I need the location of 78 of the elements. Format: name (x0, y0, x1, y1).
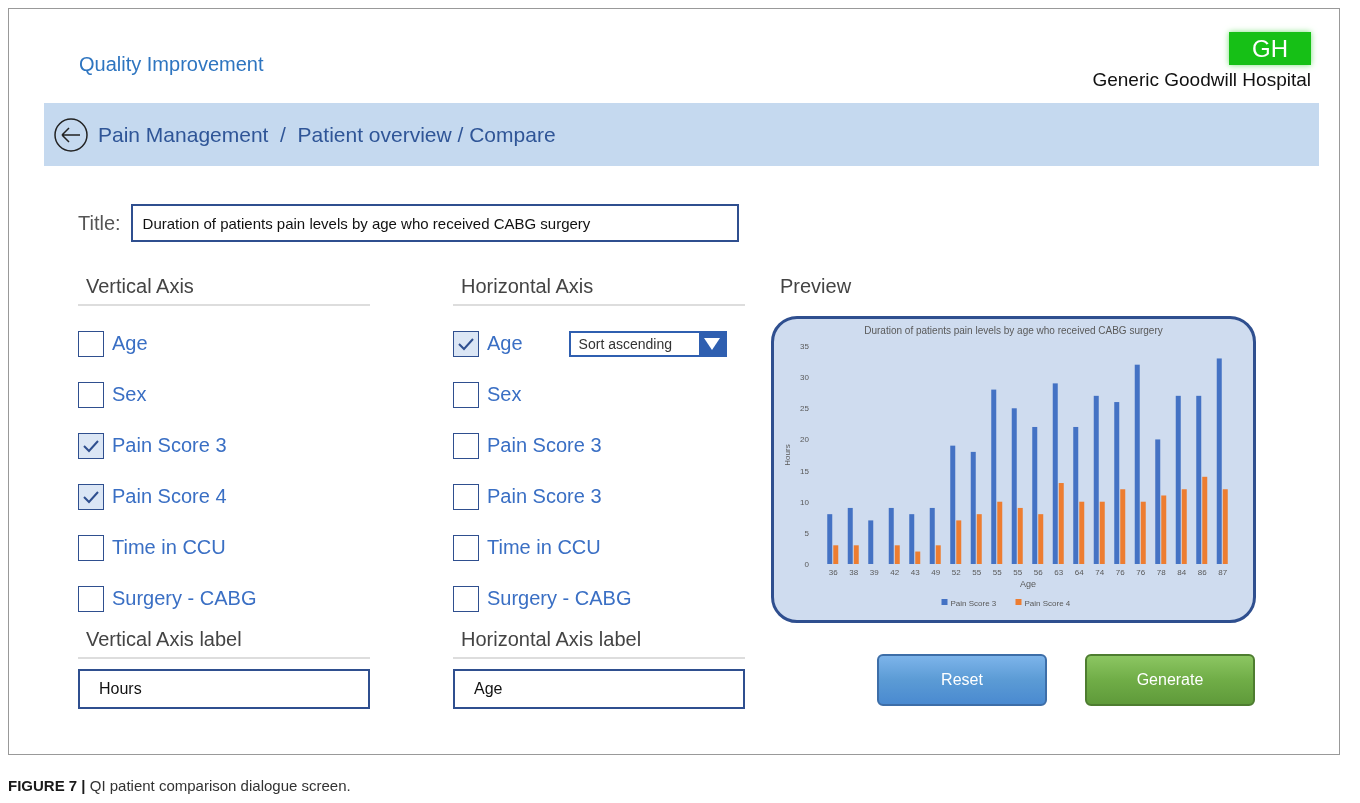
axis-tick-label: 30 (800, 373, 809, 383)
axis-tick-label: 64 (1074, 568, 1084, 577)
checkbox[interactable] (453, 534, 479, 561)
option-label: Sex (487, 383, 522, 406)
checkbox[interactable] (78, 483, 104, 510)
axis-tick-label: 42 (890, 568, 900, 577)
axis-tick-label: 43 (910, 568, 920, 577)
axis-tick-label: 55 (992, 568, 1002, 577)
check-icon (457, 336, 475, 351)
checkbox[interactable] (78, 534, 104, 561)
bar (868, 520, 874, 564)
axis-tick-label: 56 (1033, 568, 1043, 577)
option-label: Time in CCU (112, 536, 226, 559)
axis-title: Age (1020, 579, 1036, 589)
axis-tick-label: 15 (800, 466, 809, 476)
checkbox[interactable] (78, 432, 104, 459)
axis-tick-label: 52 (951, 568, 961, 577)
axis-tick-label: 20 (800, 435, 809, 445)
axis-tick-label: 35 (800, 342, 809, 351)
checkbox[interactable] (453, 585, 479, 612)
chart-title: Duration of patients pain levels by age who received CABG surgery (864, 325, 1163, 336)
checkbox[interactable] (453, 483, 479, 510)
option-label: Age (487, 332, 523, 355)
legend-label: Pain Score 4 (1024, 599, 1071, 608)
axis-tick-label: 78 (1156, 568, 1166, 577)
axis-tick-label: 38 (849, 568, 859, 577)
checkbox[interactable] (453, 381, 479, 408)
axis-tick-label: 55 (1013, 568, 1023, 577)
checkbox[interactable] (78, 585, 104, 612)
axis-tick-label: 76 (1136, 568, 1146, 577)
axis-tick-label: 84 (1177, 568, 1187, 577)
axis-tick-label: 25 (800, 404, 809, 414)
option-label: Time in CCU (487, 536, 601, 559)
check-icon (82, 438, 100, 453)
section-heading: Vertical Axis label (86, 628, 242, 650)
checkbox[interactable] (78, 381, 104, 408)
axis-title: Hours (783, 444, 792, 466)
axis-tick-label: 76 (1115, 568, 1125, 577)
axis-tick-label: 36 (828, 568, 838, 577)
sort-dropdown[interactable]: Sort ascending (568, 330, 727, 357)
option-label: Age (112, 332, 148, 355)
checkbox[interactable] (78, 330, 104, 357)
axis-tick-label: 5 (804, 528, 809, 538)
axis-tick-label: 86 (1197, 568, 1207, 577)
figure-caption: FIGURE 7 | QI patient comparison dialogue screen. (8, 777, 352, 794)
option-label: Pain Score 3 (487, 485, 602, 508)
axis-label-field[interactable]: Age (453, 669, 745, 709)
section-heading: Horizontal Axis (461, 275, 594, 298)
caret-icon (702, 336, 721, 351)
app-title: Quality Improvement (79, 53, 264, 77)
axis-tick-label: 55 (972, 568, 982, 577)
section-heading: Vertical Axis (86, 275, 194, 298)
axis-label-field[interactable]: Hours (78, 669, 370, 709)
checkbox[interactable] (453, 432, 479, 459)
field-label: Title: (78, 211, 121, 235)
check-icon (82, 489, 100, 504)
option-label: Pain Score 3 (487, 434, 602, 457)
legend-label: Pain Score 3 (950, 599, 997, 608)
axis-tick-label: 49 (931, 568, 941, 577)
logo: GH (1229, 32, 1311, 65)
option-label: Pain Score 4 (112, 485, 227, 508)
hospital-name: Generic Goodwill Hospital (1092, 69, 1311, 91)
section-heading: Preview (780, 275, 852, 298)
checkbox[interactable] (453, 330, 479, 357)
option-label: Surgery - CABG (112, 587, 257, 610)
axis-tick-label: 0 (804, 560, 809, 569)
axis-tick-label: 63 (1054, 568, 1064, 577)
axis-tick-label: 39 (869, 568, 879, 577)
axis-tick-label: 74 (1095, 568, 1105, 577)
section-heading: Horizontal Axis label (461, 628, 642, 650)
option-label: Surgery - CABG (487, 587, 632, 610)
axis-tick-label: 87 (1218, 568, 1228, 577)
back-icon[interactable] (54, 117, 88, 152)
option-label: Pain Score 3 (112, 434, 227, 457)
option-label: Sex (112, 383, 147, 406)
title-field[interactable]: Duration of patients pain levels by age who received CABG surgery (130, 204, 739, 242)
axis-tick-label: 10 (800, 497, 809, 507)
breadcrumb[interactable]: Pain Management / Patient overview / Compare (98, 122, 556, 147)
